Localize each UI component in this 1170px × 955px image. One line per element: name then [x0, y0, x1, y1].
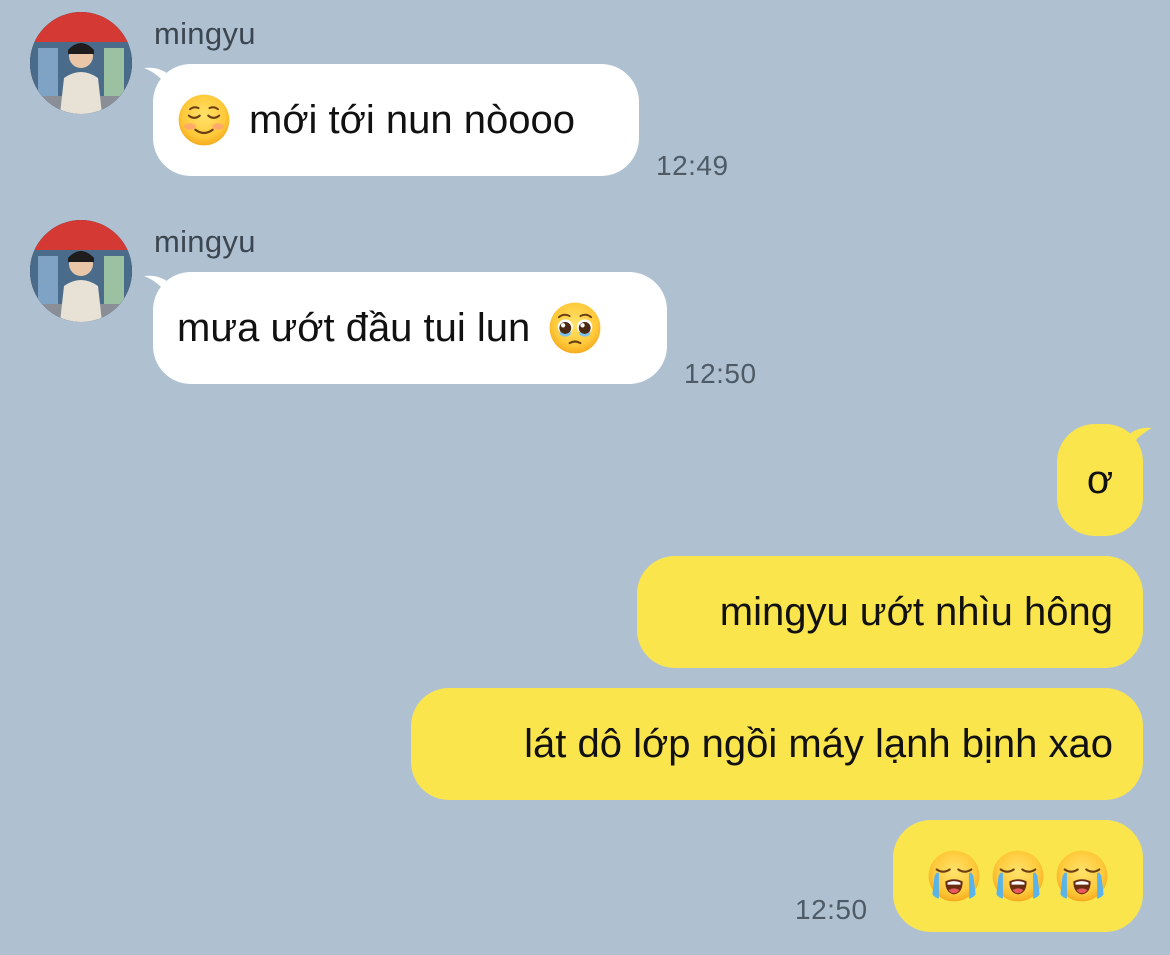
avatar[interactable] — [30, 12, 132, 114]
timestamp: 12:50 — [684, 358, 757, 389]
message-text: mưa ướt đầu tui lun — [177, 305, 531, 350]
message-text: lát dô lớp ngồi máy lạnh bịnh xao — [524, 721, 1113, 766]
emoji-row — [927, 849, 1109, 903]
sender-name: mingyu — [154, 224, 256, 259]
message-bubble[interactable]: mingyu ướt nhìu hông — [637, 556, 1143, 668]
message-text: mới tới nun nòooo — [249, 97, 575, 142]
timestamp: 12:49 — [656, 150, 729, 181]
avatar[interactable] — [30, 220, 132, 322]
chat-view: mingyu mới tới nun nòooo 12:49 mingyu mư… — [0, 0, 1170, 955]
smiling-face-icon — [177, 93, 231, 147]
sender-name: mingyu — [154, 16, 256, 51]
loudly-crying-face-icon — [991, 849, 1045, 903]
message-bubble[interactable] — [893, 820, 1143, 932]
pleading-face-icon — [548, 301, 602, 355]
message-bubble[interactable]: mưa ướt đầu tui lun — [153, 272, 667, 384]
loudly-crying-face-icon — [927, 849, 981, 903]
message-bubble[interactable]: lát dô lớp ngồi máy lạnh bịnh xao — [411, 688, 1143, 800]
message-text: ơ — [1086, 457, 1114, 502]
message-bubble[interactable]: ơ — [1057, 424, 1143, 536]
loudly-crying-face-icon — [1055, 849, 1109, 903]
message-bubble[interactable]: mới tới nun nòooo — [153, 64, 639, 176]
message-text: mingyu ướt nhìu hông — [719, 589, 1113, 634]
timestamp: 12:50 — [795, 894, 868, 925]
